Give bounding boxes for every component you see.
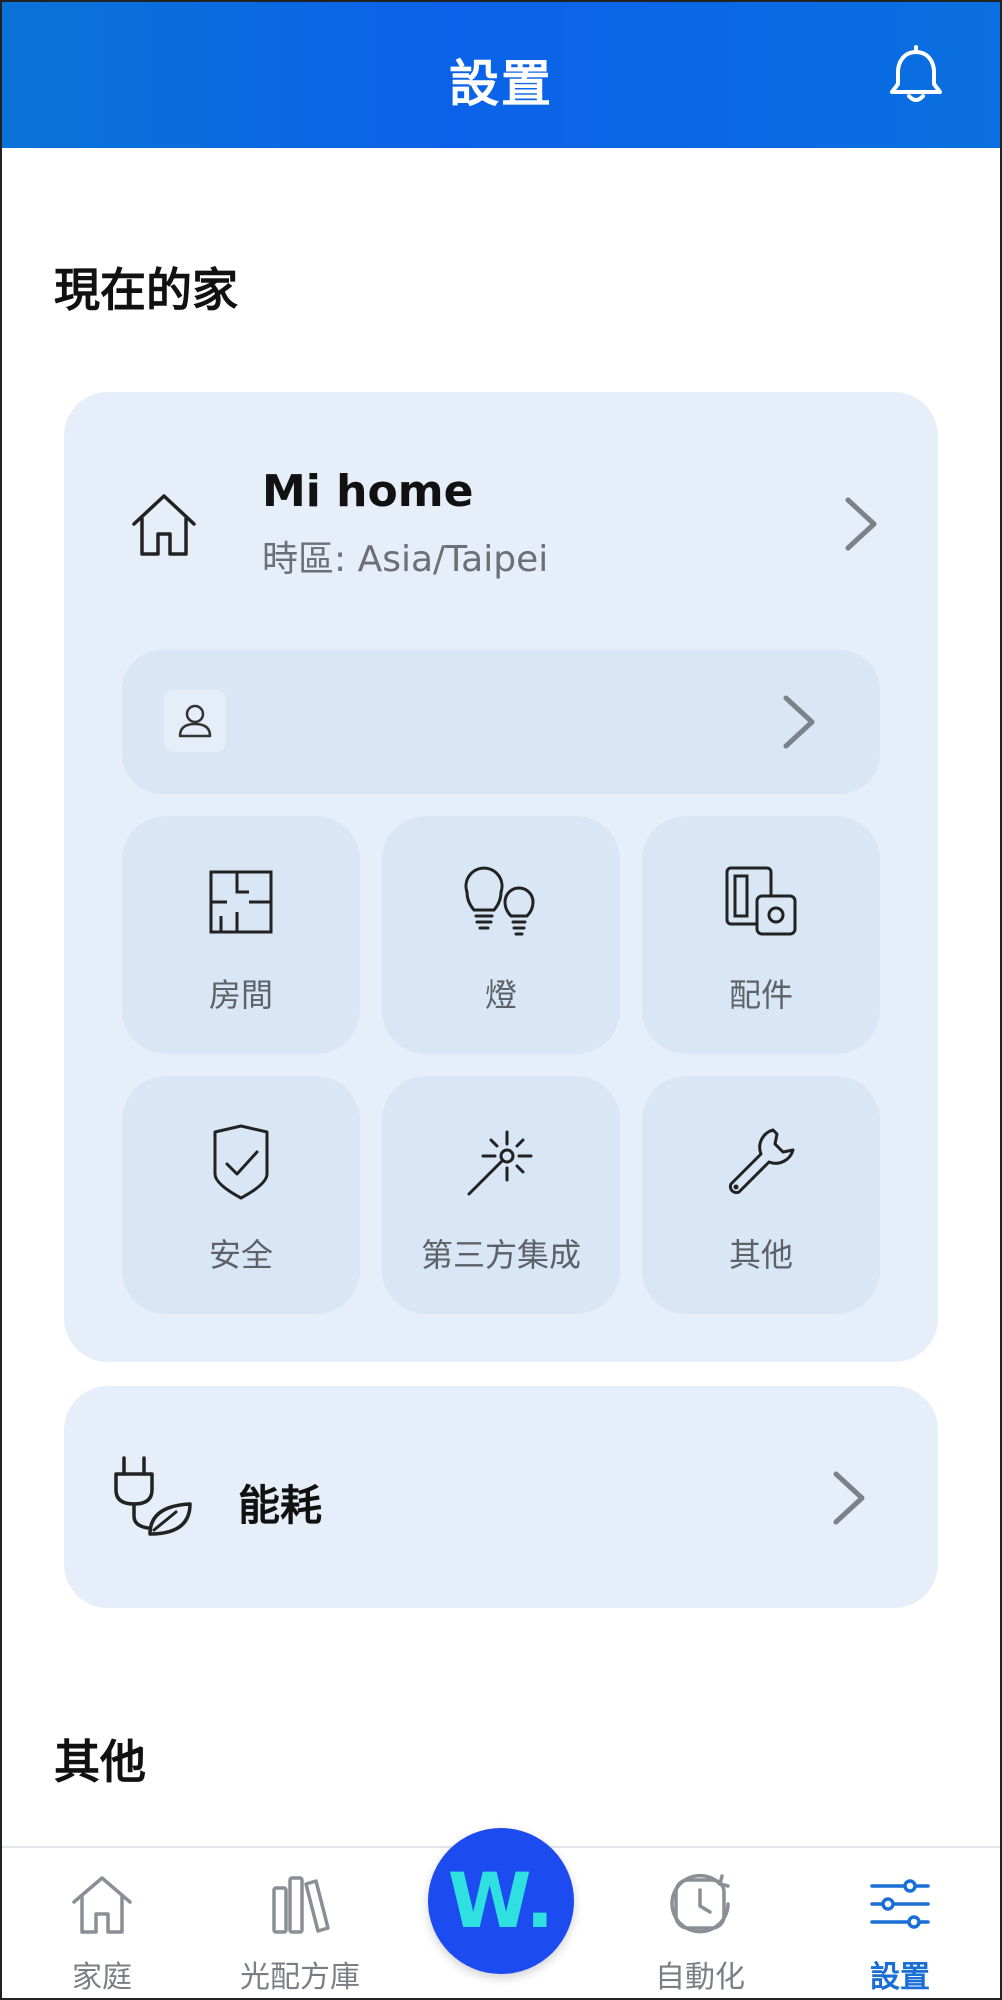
tile-label: 燈 xyxy=(484,976,517,1014)
tile-label: 安全 xyxy=(208,1236,273,1274)
bell-icon[interactable] xyxy=(884,44,948,108)
nav-library[interactable]: 光配方庫 xyxy=(230,1870,370,1998)
tile-other[interactable]: 其他 xyxy=(642,1076,880,1314)
nav-automation[interactable]: 自動化 xyxy=(630,1870,770,1998)
tile-label: 房間 xyxy=(208,976,273,1014)
tile-label: 其他 xyxy=(728,1236,793,1274)
eco-plug-icon xyxy=(114,1456,192,1536)
shield-check-icon xyxy=(213,1124,269,1200)
bulbs-icon xyxy=(464,866,535,936)
current-home-heading: 現在的家 xyxy=(54,263,238,317)
member-chevron-right-icon[interactable] xyxy=(782,694,816,750)
tile-third-party[interactable]: 第三方集成 xyxy=(382,1076,620,1314)
other-heading: 其他 xyxy=(54,1735,146,1789)
nav-label: 家庭 xyxy=(72,1960,132,1995)
sliders-icon xyxy=(870,1879,930,1929)
wrench-icon xyxy=(728,1128,795,1195)
avatar xyxy=(164,690,226,752)
nav-label: 設置 xyxy=(870,1960,930,1995)
nav-label: 自動化 xyxy=(655,1960,745,1995)
user-icon xyxy=(178,704,212,738)
library-icon xyxy=(272,1876,330,1934)
tile-accessories[interactable]: 配件 xyxy=(642,816,880,1054)
tile-lights[interactable]: 燈 xyxy=(382,816,620,1054)
brand-center-button[interactable]: W. xyxy=(428,1828,574,1974)
nav-home[interactable]: 家庭 xyxy=(32,1870,172,1998)
tile-label: 第三方集成 xyxy=(420,1236,581,1274)
clock-refresh-icon xyxy=(670,1873,730,1934)
switch-icon xyxy=(725,866,797,936)
home-chevron-right-icon[interactable] xyxy=(844,496,878,552)
house-icon xyxy=(132,494,196,556)
energy-label: 能耗 xyxy=(238,1481,323,1530)
floorplan-icon xyxy=(209,870,273,934)
magic-wand-icon xyxy=(467,1130,533,1196)
member-row[interactable] xyxy=(122,650,880,794)
header-bar: 設置 xyxy=(0,0,1002,148)
house-icon xyxy=(72,1876,132,1934)
energy-chevron-right-icon[interactable] xyxy=(832,1470,866,1526)
home-name[interactable]: Mi home xyxy=(262,466,473,517)
tile-security[interactable]: 安全 xyxy=(122,1076,360,1314)
tile-label: 配件 xyxy=(728,976,793,1014)
nav-label: 光配方庫 xyxy=(240,1960,360,1995)
tile-rooms[interactable]: 房間 xyxy=(122,816,360,1054)
nav-settings[interactable]: 設置 xyxy=(830,1870,970,1998)
home-timezone: 時區: Asia/Taipei xyxy=(262,539,549,580)
brand-logo-icon: W. xyxy=(447,1856,555,1945)
page-title: 設置 xyxy=(449,55,553,113)
